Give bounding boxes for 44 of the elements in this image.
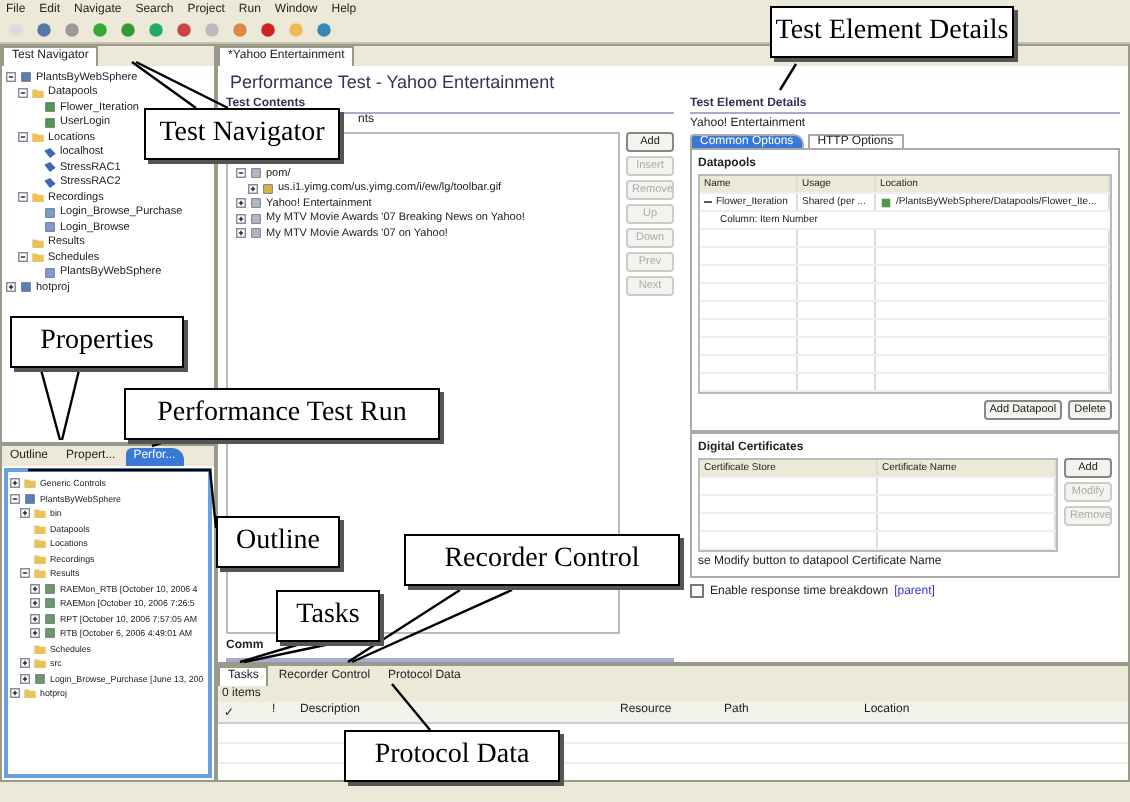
expand-icon[interactable] — [10, 688, 20, 699]
project-icon — [24, 493, 36, 504]
expand-icon[interactable] — [20, 508, 30, 519]
datapool-icon — [880, 197, 892, 207]
project-icon — [20, 282, 32, 293]
callout-label: Test Navigator — [144, 108, 340, 160]
callout-label: Protocol Data — [344, 730, 560, 782]
page-icon — [250, 168, 262, 179]
expand-icon[interactable] — [30, 583, 40, 594]
callout-label: Outline — [216, 516, 340, 568]
request-icon — [262, 183, 274, 194]
expand-icon[interactable] — [236, 198, 246, 209]
collapse-icon[interactable] — [18, 252, 28, 263]
collapse-icon[interactable] — [6, 72, 16, 83]
expand-icon[interactable] — [6, 282, 16, 293]
expand-icon[interactable] — [30, 613, 40, 624]
expand-icon[interactable] — [20, 673, 30, 684]
expand-icon[interactable] — [236, 228, 246, 239]
result-icon — [34, 673, 46, 684]
expand-icon[interactable] — [30, 598, 40, 609]
callout-label: Test Element Details — [770, 6, 1014, 58]
collapse-icon[interactable] — [18, 132, 28, 143]
collapse-icon[interactable] — [18, 192, 28, 203]
callout-label: Properties — [10, 316, 184, 368]
expand-icon[interactable] — [10, 478, 20, 489]
collapse-icon[interactable] — [704, 198, 712, 206]
leader-line — [135, 60, 229, 110]
expand-icon[interactable] — [30, 628, 40, 639]
callout-label: Tasks — [276, 590, 380, 642]
leader-line — [391, 683, 431, 731]
checkbox[interactable] — [690, 584, 704, 598]
callout-label: Recorder Control — [404, 534, 680, 586]
collapse-icon[interactable] — [236, 168, 246, 179]
collapse-icon[interactable] — [18, 87, 28, 98]
expand-icon[interactable] — [248, 183, 258, 194]
file-icon — [44, 267, 56, 278]
project-icon — [20, 72, 32, 83]
collapse-icon[interactable] — [10, 493, 20, 504]
expand-icon[interactable] — [236, 213, 246, 224]
expand-icon[interactable] — [20, 658, 30, 669]
leader-line — [778, 63, 798, 91]
collapse-icon[interactable] — [20, 568, 30, 579]
editor-title: Performance Test - Yahoo Entertainment — [228, 70, 557, 96]
callout-label: Performance Test Run — [124, 388, 440, 440]
